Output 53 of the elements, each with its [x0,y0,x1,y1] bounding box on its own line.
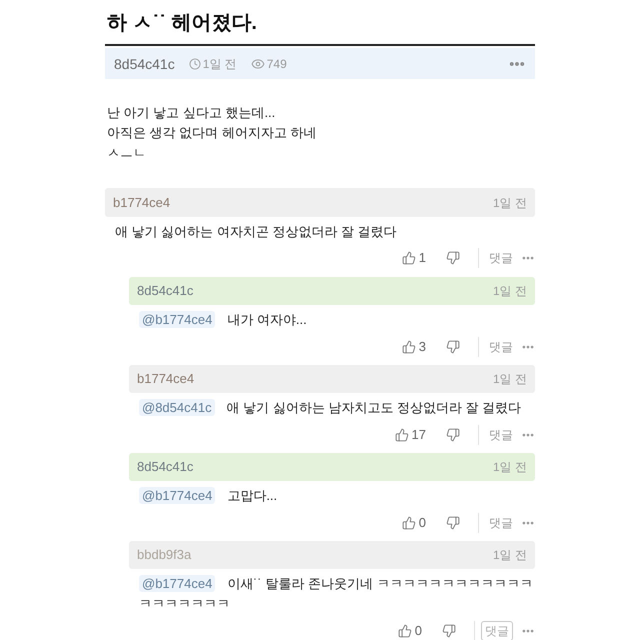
comment-text: @8d54c41c 애 낳기 싫어하는 남자치고도 정상없더라 잘 걸렸다 [129,398,535,418]
comment-author[interactable]: 8d54c41c [137,283,194,299]
comment-time: 1일 전 [492,283,527,299]
reply-button[interactable]: 댓글 [489,338,513,356]
thumbs-up-icon [394,428,409,442]
view-count: 749 [266,56,287,72]
like-button[interactable]: 17 [394,427,426,443]
like-button[interactable]: 1 [402,250,426,266]
thumbs-up-icon [402,516,416,530]
comment-author[interactable]: b1774ce4 [137,371,194,387]
comment-text: 애 낳기 싫어하는 여자치곤 정상없더라 잘 걸렸다 [114,223,398,241]
thumbs-up-icon [402,340,416,354]
comment-time: 1일 전 [492,371,527,387]
thumbs-down-icon[interactable] [446,516,460,530]
like-count: 1 [418,250,426,266]
comment-text: @b1774ce4 이새˙˙ 탈룰라 존나웃기네 ㅋㅋㅋㅋㅋㅋㅋㅋㅋㅋㅋㅋㅋㅋㅋㅋㅋㅋㅋ [138,574,534,613]
reply-button[interactable]: 댓글 [481,621,513,640]
comment-author[interactable]: b1774ce4 [113,194,170,210]
eye-icon [250,56,265,70]
thumbs-down-icon[interactable] [446,251,460,265]
thumbs-down-icon[interactable] [446,340,460,354]
post-body-line: 난 아기 낳고 싶다고 했는데... [107,104,276,122]
post-title: 하 ㅅ˙˙ 헤어졌다. [106,11,258,36]
comment-time: 1일 전 [492,194,527,210]
post-body-line: 아직은 생각 없다며 헤어지자고 하네 [107,124,318,142]
comment-text: @b1774ce4 내가 여자야... [129,310,535,330]
comment-time: 1일 전 [492,547,527,563]
like-button[interactable]: 3 [402,339,426,355]
mention-link[interactable]: @b1774ce4 [139,487,216,504]
comment-time: 1일 전 [492,459,527,475]
like-button[interactable]: 0 [402,515,426,531]
post-time: 1일 전 [202,56,237,72]
thumbs-down-icon[interactable] [442,624,456,638]
like-count: 0 [418,515,426,531]
like-count: 3 [418,339,426,355]
clock-icon [188,58,201,70]
like-button[interactable]: 0 [398,623,422,639]
post-body-line: ㅅㅡㄴ [107,144,147,162]
thumbs-down-icon[interactable] [446,428,460,442]
reply-button[interactable]: 댓글 [489,514,513,532]
comment-author[interactable]: bbdb9f3a [137,547,192,563]
mention-link[interactable]: @8d54c41c [139,399,215,416]
thumbs-up-icon [402,251,416,265]
mention-link[interactable]: @b1774ce4 [139,311,216,328]
reply-button[interactable]: 댓글 [489,249,513,267]
comment-text: @b1774ce4 고맙다... [129,486,535,506]
like-count: 0 [414,623,422,639]
thumbs-up-icon [398,624,412,638]
like-count: 17 [412,427,426,443]
mention-link[interactable]: @b1774ce4 [139,575,216,592]
comment-author[interactable]: 8d54c41c [137,459,194,475]
reply-button[interactable]: 댓글 [489,426,513,444]
post-author[interactable]: 8d54c41c [114,54,175,72]
